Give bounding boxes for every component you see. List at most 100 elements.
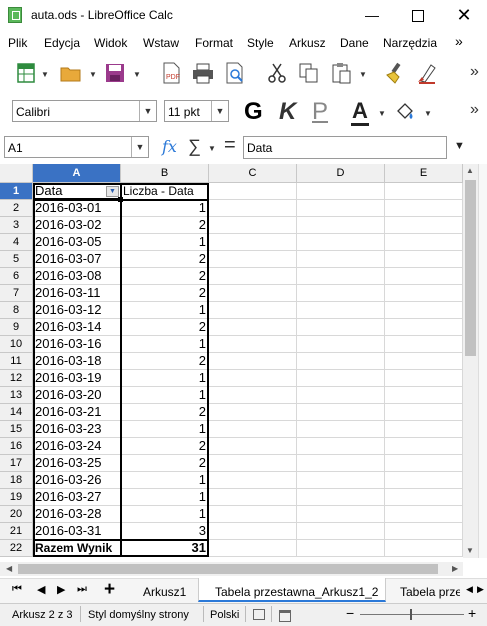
open-dropdown-icon[interactable]: ▼ <box>89 70 97 79</box>
scroll-up-icon[interactable]: ▲ <box>466 166 474 175</box>
grid-cell[interactable] <box>209 455 297 472</box>
row-header[interactable]: 16 <box>0 438 33 455</box>
row-header[interactable]: 7 <box>0 285 33 302</box>
row-header[interactable]: 9 <box>0 319 33 336</box>
font-color-button[interactable]: A <box>352 98 368 124</box>
save-icon[interactable] <box>104 62 126 84</box>
font-size-combo[interactable]: 11 pkt ▼ <box>164 100 229 122</box>
grid-cell[interactable] <box>297 251 385 268</box>
zoom-in-button[interactable]: + <box>468 605 476 621</box>
pivot-date-cell[interactable]: 2016-03-01 <box>33 200 121 217</box>
menu-wstaw[interactable]: Wstaw <box>143 36 179 50</box>
grid-cell[interactable] <box>385 370 463 387</box>
horizontal-scroll-thumb[interactable] <box>18 564 438 574</box>
menu-arkusz[interactable]: Arkusz <box>289 36 326 50</box>
pivot-count-cell[interactable]: 2 <box>121 404 209 421</box>
row-header[interactable]: 20 <box>0 506 33 523</box>
paste-icon[interactable] <box>330 62 352 84</box>
grid-cell[interactable] <box>385 387 463 404</box>
previous-sheet-icon[interactable]: ◀ <box>37 583 45 596</box>
column-header-a[interactable]: A <box>33 164 121 183</box>
row-header[interactable]: 10 <box>0 336 33 353</box>
grid-cell[interactable] <box>385 200 463 217</box>
row-header[interactable]: 18 <box>0 472 33 489</box>
pivot-date-cell[interactable]: 2016-03-20 <box>33 387 121 404</box>
pivot-count-cell[interactable]: 2 <box>121 217 209 234</box>
grid-cell[interactable] <box>209 404 297 421</box>
grid-cell[interactable] <box>209 200 297 217</box>
italic-button[interactable]: K <box>279 98 296 126</box>
pivot-count-cell[interactable]: 1 <box>121 506 209 523</box>
grid-cell[interactable] <box>209 438 297 455</box>
grid-cell[interactable] <box>297 285 385 302</box>
zoom-out-button[interactable]: − <box>346 605 354 621</box>
minimize-icon[interactable]: — <box>349 0 395 31</box>
save-dropdown-icon[interactable]: ▼ <box>133 70 141 79</box>
menu-format[interactable]: Format <box>195 36 233 50</box>
row-header[interactable]: 17 <box>0 455 33 472</box>
grid-cell[interactable] <box>385 506 463 523</box>
row-header[interactable]: 1 <box>0 183 33 200</box>
font-name-dropdown-icon[interactable]: ▼ <box>139 101 156 121</box>
language[interactable]: Polski <box>210 609 239 621</box>
grid-cell[interactable] <box>297 268 385 285</box>
grid-cell[interactable] <box>297 438 385 455</box>
sheet-tab-arkusz1[interactable]: Arkusz1 <box>143 585 186 599</box>
grid-cell[interactable] <box>209 183 297 200</box>
spreadsheet-grid[interactable]: A B C D E 1 Data Liczba - Data 2 2016-03-01 1 3 2016… <box>0 164 463 558</box>
export-pdf-icon[interactable]: PDF <box>160 62 182 84</box>
clear-formatting-icon[interactable] <box>416 62 438 84</box>
pivot-date-cell[interactable]: 2016-03-25 <box>33 455 121 472</box>
pivot-count-cell[interactable]: 1 <box>121 387 209 404</box>
grid-cell[interactable] <box>297 183 385 200</box>
grid-cell[interactable] <box>209 285 297 302</box>
next-sheet-icon[interactable]: ▶ <box>57 583 65 596</box>
pivot-count-cell[interactable]: 1 <box>121 489 209 506</box>
horizontal-scrollbar[interactable]: ◀ ▶ <box>0 562 463 576</box>
grid-cell[interactable] <box>209 353 297 370</box>
grid-cell[interactable] <box>209 387 297 404</box>
menu-widok[interactable]: Widok <box>94 36 127 50</box>
clone-formatting-icon[interactable] <box>384 62 406 84</box>
grid-cell[interactable] <box>209 319 297 336</box>
grid-cell[interactable] <box>297 336 385 353</box>
row-header[interactable]: 6 <box>0 268 33 285</box>
pivot-date-cell[interactable]: 2016-03-07 <box>33 251 121 268</box>
row-header[interactable]: 19 <box>0 489 33 506</box>
grid-cell[interactable] <box>297 387 385 404</box>
pivot-date-cell[interactable]: 2016-03-27 <box>33 489 121 506</box>
column-header-d[interactable]: D <box>297 164 385 183</box>
menu-dane[interactable]: Dane <box>340 36 369 50</box>
function-wizard-icon[interactable]: fx <box>162 137 177 156</box>
pivot-count-cell[interactable]: 1 <box>121 336 209 353</box>
tabs-scroll-right-icon[interactable]: ▶ <box>477 584 484 595</box>
pivot-date-cell[interactable]: 2016-03-02 <box>33 217 121 234</box>
pivot-count-cell[interactable]: 2 <box>121 438 209 455</box>
pivot-count-cell[interactable]: 1 <box>121 370 209 387</box>
pivot-total-label[interactable]: Razem Wynik <box>33 540 121 557</box>
formula-input[interactable]: Data <box>243 136 447 159</box>
sum-icon[interactable]: ∑ <box>188 136 201 157</box>
pivot-filter-dropdown-icon[interactable]: ▼ <box>106 186 119 197</box>
grid-cell[interactable] <box>385 472 463 489</box>
new-spreadsheet-icon[interactable] <box>16 62 38 84</box>
grid-cell[interactable] <box>209 421 297 438</box>
pivot-date-cell[interactable]: 2016-03-14 <box>33 319 121 336</box>
first-sheet-icon[interactable]: ⏮ <box>12 583 22 596</box>
grid-cell[interactable] <box>297 404 385 421</box>
paste-dropdown-icon[interactable]: ▼ <box>359 70 367 79</box>
new-dropdown-icon[interactable]: ▼ <box>41 70 49 79</box>
grid-cell[interactable] <box>297 421 385 438</box>
row-header[interactable]: 8 <box>0 302 33 319</box>
close-icon[interactable]: ✕ <box>441 0 487 31</box>
pivot-count-cell[interactable]: 1 <box>121 302 209 319</box>
grid-cell[interactable] <box>297 200 385 217</box>
select-all-corner[interactable] <box>0 164 33 183</box>
grid-cell[interactable] <box>385 268 463 285</box>
pivot-count-cell[interactable]: 1 <box>121 200 209 217</box>
grid-cell[interactable] <box>385 421 463 438</box>
grid-cell[interactable] <box>209 336 297 353</box>
pivot-date-cell[interactable]: 2016-03-08 <box>33 268 121 285</box>
last-sheet-icon[interactable]: ⏭ <box>77 583 87 596</box>
pivot-date-cell[interactable]: 2016-03-28 <box>33 506 121 523</box>
